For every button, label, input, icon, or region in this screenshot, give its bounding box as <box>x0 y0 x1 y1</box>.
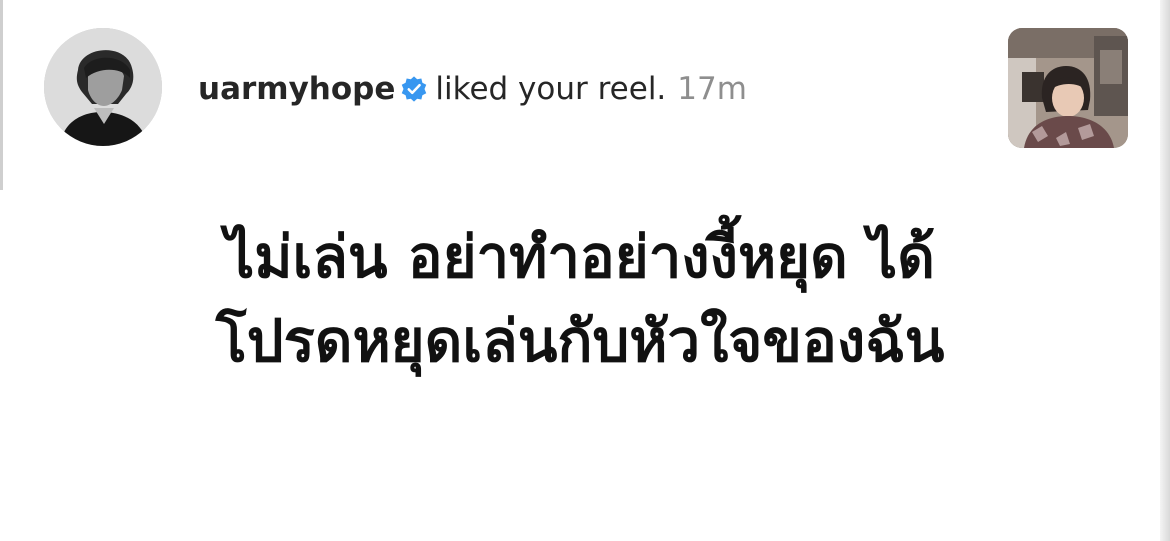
caption-line-2: โปรดหยุดเล่นกับหัวใจของฉัน <box>215 307 945 375</box>
profile-avatar[interactable] <box>44 28 162 146</box>
timestamp: 17m <box>677 71 747 107</box>
notification-text: uarmyhope liked your reel. 17m <box>198 66 747 112</box>
reel-thumbnail[interactable] <box>1008 28 1128 148</box>
notification-action: liked your reel. <box>435 71 667 107</box>
notification-row[interactable]: uarmyhope liked your reel. 17m <box>0 0 1160 185</box>
verified-badge-icon <box>400 75 428 103</box>
caption-text: ไม่เล่น อย่าทำอย่างงี้หยุด ได้ โปรดหยุดเ… <box>140 215 1020 383</box>
username-link[interactable]: uarmyhope <box>198 71 395 107</box>
caption-line-1: ไม่เล่น อย่าทำอย่างงี้หยุด ได้ <box>225 223 935 291</box>
right-scroll-edge <box>1160 0 1170 541</box>
